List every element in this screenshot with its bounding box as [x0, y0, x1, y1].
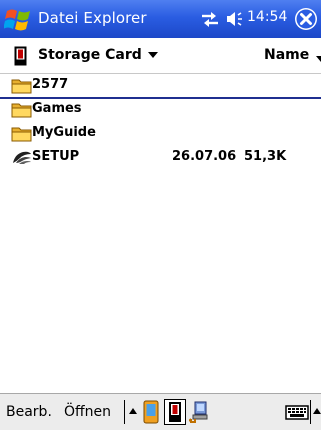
file-name: SETUP: [32, 149, 80, 164]
speaker-icon[interactable]: [226, 10, 244, 28]
device-memory-icon[interactable]: [141, 399, 161, 425]
file-date: 26.07.06: [172, 149, 237, 164]
open-menu[interactable]: Öffnen: [64, 404, 111, 420]
list-item[interactable]: Games: [0, 97, 321, 121]
screen: Datei Explorer 14:54 Storage Card Name 2…: [0, 0, 321, 430]
up-arrow-icon[interactable]: [129, 408, 137, 414]
close-icon[interactable]: [294, 7, 318, 31]
menu-divider: [124, 400, 125, 424]
storage-card-icon[interactable]: [164, 399, 186, 425]
file-list: 2577 Games MyGuide SETUP 26.07.06 51,3K: [0, 73, 321, 393]
network-share-icon[interactable]: [188, 399, 209, 425]
chevron-down-icon: [147, 52, 158, 58]
edit-menu[interactable]: Bearb.: [6, 404, 52, 420]
list-item[interactable]: SETUP 26.07.06 51,3K: [0, 145, 321, 169]
file-size: 51,3K: [244, 149, 287, 164]
window-title: Datei Explorer: [38, 9, 147, 27]
file-name: MyGuide: [32, 125, 96, 140]
file-name: 2577: [32, 77, 69, 92]
location-label: Storage Card: [38, 47, 142, 63]
folder-icon: [11, 125, 33, 142]
setup-icon: [11, 149, 33, 166]
folder-icon: [11, 101, 33, 118]
status-area: 14:54: [200, 6, 321, 32]
location-dropdown[interactable]: Storage Card: [38, 47, 158, 63]
connectivity-icon[interactable]: [200, 9, 220, 29]
clock[interactable]: 14:54: [247, 9, 287, 25]
storage-card-icon: [14, 46, 27, 66]
windows-flag-icon[interactable]: [3, 5, 32, 33]
file-name: Games: [32, 101, 82, 116]
title-bar: Datei Explorer 14:54: [0, 0, 321, 38]
folder-icon: [11, 77, 33, 94]
menu-bar: Bearb. Öffnen: [0, 393, 321, 430]
sort-dropdown[interactable]: Name: [264, 47, 309, 63]
list-item[interactable]: 2577: [0, 73, 321, 99]
menu-divider: [310, 400, 311, 424]
keyboard-icon[interactable]: [285, 399, 309, 425]
up-arrow-icon[interactable]: [313, 408, 321, 414]
location-bar: Storage Card Name: [0, 38, 321, 74]
chevron-down-icon[interactable]: [316, 56, 321, 62]
list-item[interactable]: MyGuide: [0, 121, 321, 145]
